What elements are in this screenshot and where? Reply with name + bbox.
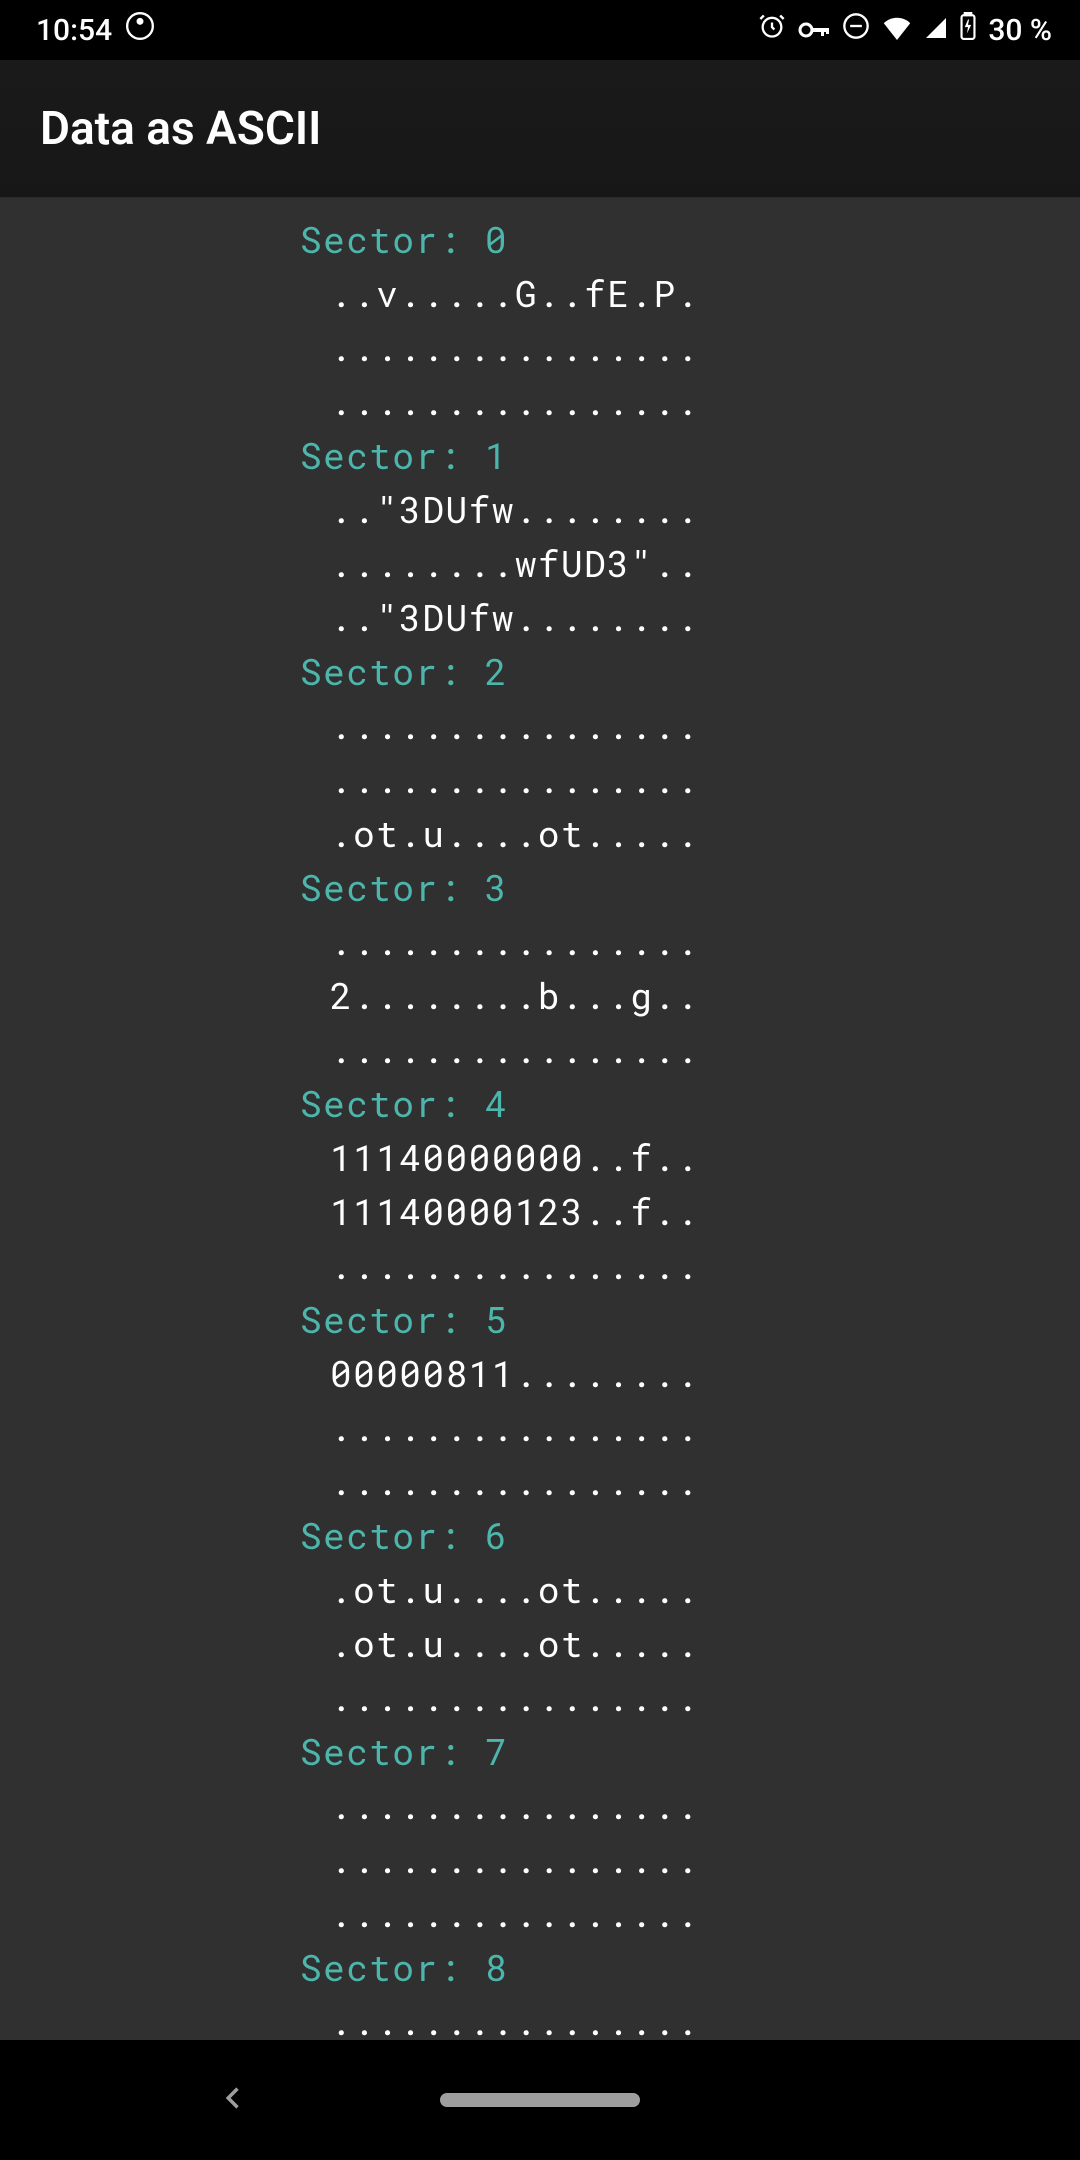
sector-data-line: ................ [0, 1454, 1080, 1508]
sector-data-line: 11140000000..f.. [0, 1130, 1080, 1184]
vpn-key-icon [798, 13, 830, 48]
sector-data-line: 11140000123..f.. [0, 1184, 1080, 1238]
battery-percent: 30 % [988, 13, 1052, 48]
sector-data-line: ................ [0, 1022, 1080, 1076]
app-bar: Data as ASCII [0, 60, 1080, 198]
sector-data-line: .."3DUfw........ [0, 590, 1080, 644]
content-area[interactable]: Sector: 0..v.....G..fE.P................… [0, 198, 1080, 2040]
sector-data-line: ................ [0, 1400, 1080, 1454]
sector-header: Sector: 7 [0, 1724, 1080, 1778]
sector-data-line: .."3DUfw........ [0, 482, 1080, 536]
sector-data-line: 2........b...g.. [0, 968, 1080, 1022]
sector-data-line: ................ [0, 1670, 1080, 1724]
status-left: 10:54 [36, 12, 154, 48]
alarm-icon [758, 12, 786, 48]
page-title: Data as ASCII [40, 102, 321, 156]
sector-header: Sector: 2 [0, 644, 1080, 698]
do-not-disturb-icon [842, 12, 870, 48]
sector-data-line: ........wfUD3".. [0, 536, 1080, 590]
sector-data-line: ................ [0, 1238, 1080, 1292]
sector-header: Sector: 0 [0, 212, 1080, 266]
sector-data-line: ................ [0, 752, 1080, 806]
sector-header: Sector: 4 [0, 1076, 1080, 1130]
sector-data-line: .ot.u....ot..... [0, 806, 1080, 860]
sector-data-line: .ot.u....ot..... [0, 1562, 1080, 1616]
status-right: 30 % [758, 12, 1052, 48]
sector-data-line: 00000811........ [0, 1346, 1080, 1400]
sector-data-line: ..v.....G..fE.P. [0, 266, 1080, 320]
cell-signal-icon [924, 13, 948, 48]
status-time: 10:54 [36, 13, 112, 48]
sector-data-line: ................ [0, 1994, 1080, 2040]
wifi-icon [882, 13, 912, 48]
sector-header: Sector: 5 [0, 1292, 1080, 1346]
sector-data-line: ................ [0, 914, 1080, 968]
system-navbar [0, 2040, 1080, 2160]
sector-data-line: ................ [0, 1886, 1080, 1940]
sector-data-line: ................ [0, 1778, 1080, 1832]
status-bar: 10:54 30 % [0, 0, 1080, 60]
sector-header: Sector: 3 [0, 860, 1080, 914]
sector-data-line: ................ [0, 1832, 1080, 1886]
sector-data-line: ................ [0, 320, 1080, 374]
sector-header: Sector: 8 [0, 1940, 1080, 1994]
battery-icon [960, 12, 976, 48]
sector-header: Sector: 1 [0, 428, 1080, 482]
sector-data-line: ................ [0, 374, 1080, 428]
back-button[interactable] [220, 2084, 248, 2116]
app-indicator-icon [126, 12, 154, 48]
home-gesture-pill[interactable] [440, 2093, 640, 2107]
sector-header: Sector: 6 [0, 1508, 1080, 1562]
sector-data-line: .ot.u....ot..... [0, 1616, 1080, 1670]
sector-data-line: ................ [0, 698, 1080, 752]
